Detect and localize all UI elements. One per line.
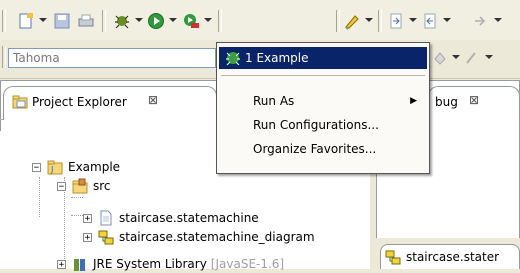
submenu-arrow-icon: ▶ bbox=[410, 96, 417, 106]
package-folder-icon bbox=[72, 178, 88, 194]
toolbar-separator bbox=[378, 10, 382, 32]
tree-row-jre-library[interactable]: + JRE System Library [JavaSE-1.6] bbox=[57, 255, 284, 273]
tree-label: Example bbox=[68, 160, 121, 174]
library-icon bbox=[72, 256, 88, 272]
menu-item-label: Run Configurations... bbox=[253, 118, 379, 132]
menu-item-label: 1 Example bbox=[245, 51, 309, 65]
line-color-dropdown-arrow[interactable] bbox=[485, 55, 493, 59]
debug-icon[interactable] bbox=[112, 12, 132, 30]
next-annotation-dropdown-arrow[interactable] bbox=[409, 18, 417, 22]
tree-guide-line bbox=[71, 215, 83, 216]
toolbar-separator bbox=[102, 10, 106, 32]
tree-label: staircase.statemachine bbox=[119, 211, 259, 225]
prev-annotation-dropdown-arrow[interactable] bbox=[443, 18, 451, 22]
tree-guide-line bbox=[39, 177, 40, 217]
tree-row-example[interactable]: − J Example bbox=[32, 158, 120, 176]
diagram-file-icon bbox=[385, 249, 401, 265]
run-dropdown-arrow[interactable] bbox=[169, 18, 177, 22]
toolbar-separator bbox=[2, 46, 6, 68]
expand-icon[interactable]: + bbox=[83, 232, 92, 242]
print-icon[interactable] bbox=[76, 12, 96, 30]
run-dropdown-menu: 1 Example Run As ▶ Run Configurations...… bbox=[216, 42, 430, 174]
line-color-icon[interactable] bbox=[462, 49, 482, 67]
close-icon[interactable]: ⊠ bbox=[148, 93, 158, 107]
marker-dropdown-arrow[interactable] bbox=[365, 18, 373, 22]
menu-separator bbox=[221, 75, 425, 76]
java-project-icon: J bbox=[47, 159, 63, 175]
tab-project-explorer[interactable]: Project Explorer ⊠ bbox=[3, 86, 217, 120]
next-annotation-icon[interactable] bbox=[386, 12, 406, 30]
menu-item-label: Run As bbox=[253, 94, 295, 108]
menu-item-1-example[interactable]: 1 Example bbox=[219, 47, 427, 69]
fill-color-icon[interactable] bbox=[430, 49, 450, 67]
launch-config-icon bbox=[225, 50, 241, 66]
menu-item-organize-favorites[interactable]: Organize Favorites... bbox=[219, 138, 427, 160]
debug-tab-label: bug bbox=[435, 95, 458, 109]
collapse-icon[interactable]: − bbox=[32, 162, 41, 172]
tab-debug[interactable]: bug ⊠ bbox=[428, 86, 520, 120]
main-toolbar bbox=[0, 0, 520, 40]
prev-annotation-icon[interactable] bbox=[420, 12, 440, 30]
new-dropdown-arrow[interactable] bbox=[39, 18, 47, 22]
forward-icon[interactable] bbox=[470, 12, 490, 30]
tree-row-src[interactable]: − src bbox=[57, 177, 111, 195]
expand-icon[interactable]: + bbox=[57, 259, 66, 269]
save-icon[interactable] bbox=[52, 12, 72, 30]
tree-label: JRE System Library bbox=[93, 257, 207, 271]
project-explorer-tab-label: Project Explorer bbox=[32, 95, 127, 109]
tree-label: src bbox=[93, 179, 111, 193]
fill-color-dropdown-arrow[interactable] bbox=[452, 55, 460, 59]
menu-item-run-configurations[interactable]: Run Configurations... bbox=[219, 114, 427, 136]
forward-dropdown-arrow[interactable] bbox=[494, 18, 502, 22]
run-icon[interactable] bbox=[146, 12, 166, 30]
tree-label-suffix: [JavaSE-1.6] bbox=[210, 257, 285, 271]
font-name-field[interactable]: Tahoma bbox=[8, 48, 216, 68]
tree-guide-line bbox=[71, 197, 83, 198]
close-icon[interactable]: ⊠ bbox=[469, 93, 479, 107]
menu-item-label: Organize Favorites... bbox=[253, 142, 377, 156]
tree-row-statemachine-diagram[interactable]: + staircase.statemachine_diagram bbox=[83, 228, 315, 246]
tree-row-statemachine[interactable]: + staircase.statemachine bbox=[83, 209, 259, 227]
external-tools-dropdown-arrow[interactable] bbox=[204, 18, 212, 22]
toolbar-separator bbox=[336, 10, 340, 32]
collapse-icon[interactable]: − bbox=[57, 181, 66, 191]
toolbar-separator bbox=[2, 10, 6, 32]
menu-item-run-as[interactable]: Run As ▶ bbox=[219, 90, 427, 112]
marker-icon[interactable] bbox=[342, 12, 362, 30]
svg-text:J: J bbox=[50, 165, 53, 174]
debug-dropdown-arrow[interactable] bbox=[135, 18, 143, 22]
file-icon bbox=[98, 210, 114, 226]
diagram-file-icon bbox=[98, 229, 114, 245]
external-tools-icon[interactable] bbox=[181, 12, 201, 30]
tree-label: staircase.statemachine_diagram bbox=[119, 230, 315, 244]
project-explorer-icon bbox=[12, 94, 28, 113]
toolbar-separator bbox=[218, 10, 222, 32]
editor-tab-label: staircase.stater bbox=[406, 250, 500, 264]
expand-icon[interactable]: + bbox=[83, 213, 92, 223]
tab-editor[interactable]: staircase.stater bbox=[380, 244, 520, 269]
new-icon[interactable] bbox=[16, 12, 36, 30]
